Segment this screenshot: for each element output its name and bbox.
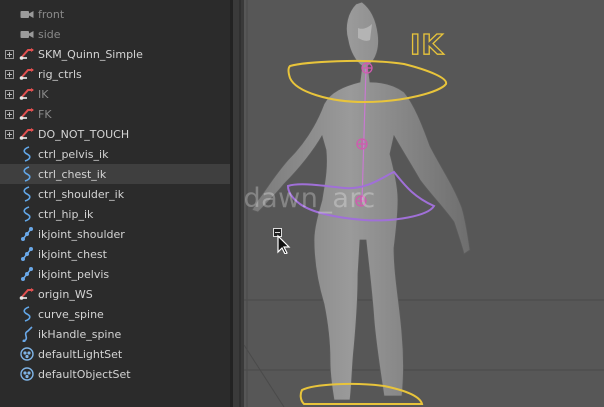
outliner-item-label: rig_ctrls xyxy=(38,67,82,81)
expand-toggle-icon[interactable] xyxy=(4,69,14,79)
outliner-item-label: ikjoint_shoulder xyxy=(38,227,125,241)
set-icon xyxy=(19,366,35,382)
outliner-item[interactable]: defaultObjectSet xyxy=(0,364,230,384)
transform-icon xyxy=(19,106,35,122)
outliner-item-label: side xyxy=(38,27,61,41)
outliner-item-label: front xyxy=(38,7,65,21)
expand-toggle-icon[interactable] xyxy=(4,49,14,59)
curve-icon xyxy=(19,306,35,322)
joint-icon xyxy=(19,246,35,262)
outliner-item[interactable]: IK xyxy=(0,84,230,104)
expand-toggle-icon[interactable] xyxy=(4,89,14,99)
outliner-list: front side SKM_Quinn_Simple rig_ctrls IK FK DO… xyxy=(0,4,230,384)
outliner-item-label: ctrl_hip_ik xyxy=(38,207,94,221)
outliner-item-label: ctrl_pelvis_ik xyxy=(38,147,109,161)
outliner-item[interactable]: ctrl_shoulder_ik xyxy=(0,184,230,204)
outliner-item[interactable]: ctrl_hip_ik xyxy=(0,204,230,224)
panel-splitter[interactable] xyxy=(230,0,244,407)
outliner-item[interactable]: side xyxy=(0,24,230,44)
outliner-item[interactable]: origin_WS xyxy=(0,284,230,304)
transform-icon xyxy=(19,46,35,62)
ikhandle-icon xyxy=(19,326,35,342)
curve-icon xyxy=(19,146,35,162)
curve-icon xyxy=(19,166,35,182)
camera-icon xyxy=(19,6,35,22)
outliner-item-label: defaultLightSet xyxy=(38,347,123,361)
curve-icon xyxy=(19,186,35,202)
joint-icon xyxy=(19,266,35,282)
outliner-item-label: IK xyxy=(38,87,49,101)
outliner-item[interactable]: ikjoint_pelvis xyxy=(0,264,230,284)
outliner-item[interactable]: SKM_Quinn_Simple xyxy=(0,44,230,64)
transform-icon xyxy=(19,126,35,142)
outliner-item-label: curve_spine xyxy=(38,307,104,321)
outliner-item[interactable]: defaultLightSet xyxy=(0,344,230,364)
transform-icon xyxy=(19,86,35,102)
outliner-panel: front side SKM_Quinn_Simple rig_ctrls IK FK DO… xyxy=(0,0,230,407)
curve-icon xyxy=(19,206,35,222)
outliner-item-label: ctrl_shoulder_ik xyxy=(38,187,125,201)
outliner-item-label: FK xyxy=(38,107,52,121)
outliner-item[interactable]: curve_spine xyxy=(0,304,230,324)
outliner-item[interactable]: ikjoint_shoulder xyxy=(0,224,230,244)
viewport-3d[interactable]: IK @dawn_arc xyxy=(244,0,604,407)
outliner-item[interactable]: ikjoint_chest xyxy=(0,244,230,264)
outliner-item-label: SKM_Quinn_Simple xyxy=(38,47,143,61)
outliner-item[interactable]: ctrl_pelvis_ik xyxy=(0,144,230,164)
mouse-cursor-icon xyxy=(273,228,291,254)
ctrl-pelvis-ik[interactable] xyxy=(299,382,424,405)
outliner-item-label: defaultObjectSet xyxy=(38,367,131,381)
outliner-item-label: origin_WS xyxy=(38,287,93,301)
expand-toggle-icon[interactable] xyxy=(4,109,14,119)
joint-icon xyxy=(19,226,35,242)
outliner-item-label: ikjoint_pelvis xyxy=(38,267,110,281)
outliner-item-label: ikHandle_spine xyxy=(38,327,122,341)
splitter-edge xyxy=(230,0,233,407)
outliner-item[interactable]: ikHandle_spine xyxy=(0,324,230,344)
outliner-item-label: DO_NOT_TOUCH xyxy=(38,127,130,141)
splitter-groove xyxy=(239,0,241,407)
outliner-item[interactable]: ctrl_chest_ik xyxy=(0,164,230,184)
outliner-item-label: ikjoint_chest xyxy=(38,247,107,261)
set-icon xyxy=(19,346,35,362)
ik-label: IK xyxy=(409,27,445,61)
watermark: @dawn_arc xyxy=(244,183,376,214)
outliner-item[interactable]: DO_NOT_TOUCH xyxy=(0,124,230,144)
outliner-item[interactable]: rig_ctrls xyxy=(0,64,230,84)
outliner-item[interactable]: front xyxy=(0,4,230,24)
camera-icon xyxy=(19,26,35,42)
transform-icon xyxy=(19,286,35,302)
transform-icon xyxy=(19,66,35,82)
outliner-item-label: ctrl_chest_ik xyxy=(38,167,107,181)
ikjoint-shoulder[interactable] xyxy=(361,62,373,74)
expand-toggle-icon[interactable] xyxy=(4,129,14,139)
ikjoint-chest[interactable] xyxy=(356,138,368,150)
outliner-item[interactable]: FK xyxy=(0,104,230,124)
